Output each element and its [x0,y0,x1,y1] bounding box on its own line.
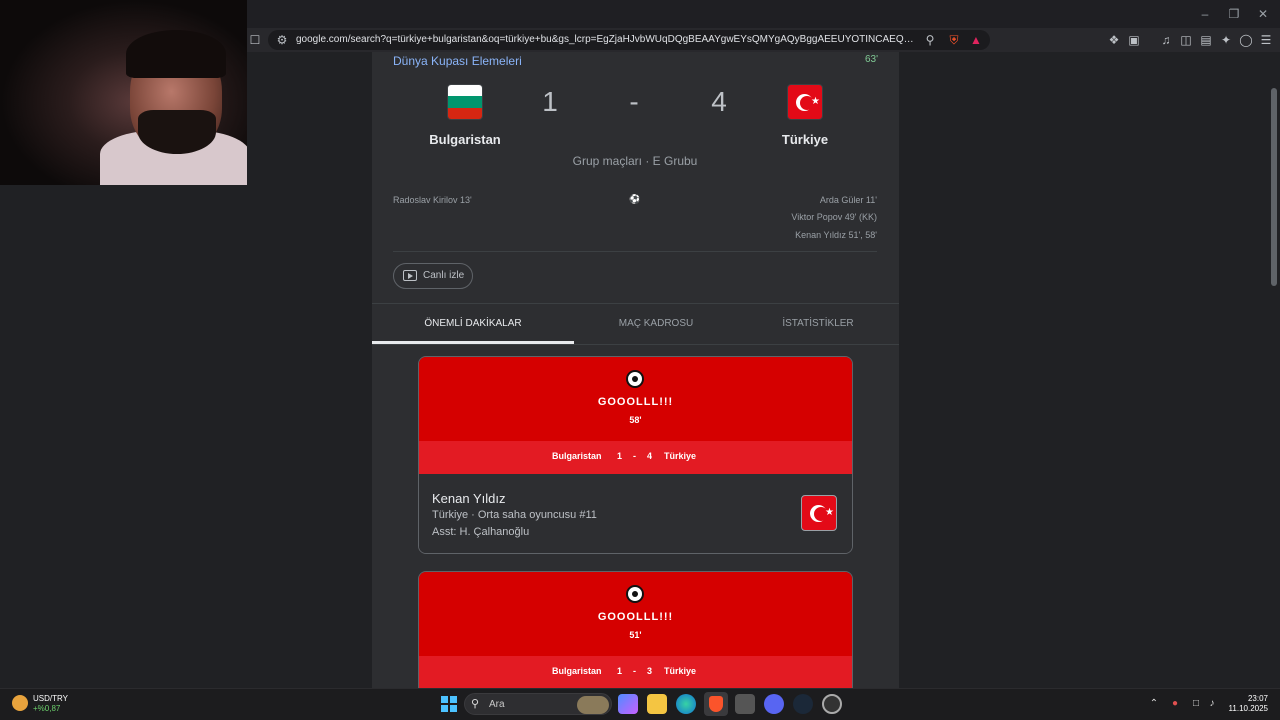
windows-start-icon[interactable] [439,694,459,714]
ticker-value[interactable]: +%0,87 [33,704,60,713]
tab-lineups[interactable]: MAÇ KADROSU [571,318,741,329]
goal-event-card[interactable]: GOOOLLL!!! 51' Bulgaristan 1 - 3 Türkiye [418,571,853,688]
scrollbar-thumb[interactable] [1271,88,1277,286]
tv-play-icon [403,270,417,281]
screenshot-icon[interactable]: ▣ [1126,32,1142,48]
band-away-score: 4 [647,451,653,461]
vpn-icon[interactable]: ◯ [1238,32,1254,48]
band-away-team: Türkiye [664,451,697,461]
bookmark-icon[interactable]: ☐ [247,32,263,48]
media-icon[interactable]: ♫ [1158,32,1174,48]
away-scorer: Viktor Popov 49' (KK) [791,212,877,222]
discord-icon[interactable] [764,694,784,714]
url-text[interactable]: google.com/search?q=türkiye+bulgaristan&… [296,33,914,47]
goal-details: Kenan Yıldız Türkiye · Orta saha oyuncus… [419,474,852,553]
extensions-icon[interactable]: ❖ [1106,32,1122,48]
goal-banner: GOOOLLL!!! 51' [419,572,852,656]
band-home-team: Bulgaristan [552,451,602,461]
search-highlight-icon[interactable] [577,696,609,714]
scorer-name: Kenan Yıldız [432,491,506,506]
ticker-name[interactable]: USD/TRY [33,694,68,703]
goal-minute: 51' [629,630,642,640]
football-icon [626,585,644,603]
rewards-icon[interactable]: ▲ [968,32,984,48]
wallet-icon[interactable]: ▤ [1198,32,1214,48]
goal-score-band: Bulgaristan 1 - 4 Türkiye [419,441,852,474]
tab-key-moments[interactable]: ÖNEMLİ DAKİKALAR [388,318,558,329]
search-icon: ⚲ [471,698,480,710]
band-home-team: Bulgaristan [552,666,602,676]
divider [372,344,899,345]
away-scorer: Arda Güler 11' [819,195,877,205]
home-team-name[interactable]: Bulgaristan [405,132,525,147]
brave-browser-icon[interactable] [704,692,728,716]
goal-title: GOOOLLL!!! [597,396,674,408]
stock-ticker-icon[interactable] [12,695,28,711]
match-group: Grup maçları · E Grubu [572,154,698,168]
taskbar [0,688,1280,720]
live-watch-button[interactable]: Canlı izle [393,263,473,289]
home-scorer: Radoslav Kirilov 13' [393,195,472,205]
clock-time[interactable]: 23:07 [1224,694,1268,703]
volume-icon[interactable]: ♪ [1206,698,1218,709]
file-explorer-icon[interactable] [647,694,667,714]
sidebar-icon[interactable]: ◫ [1178,32,1194,48]
restore-icon[interactable]: ❐ [1219,4,1249,24]
football-icon [626,370,644,388]
webcam-overlay [0,0,247,185]
zoom-icon[interactable]: ⚲ [922,32,938,48]
app-icon[interactable] [822,694,842,714]
clock-date[interactable]: 11.10.2025 [1224,704,1268,713]
search-placeholder: Ara [489,699,505,710]
brave-shield-icon[interactable]: ⛨ [946,32,962,48]
minimize-icon[interactable]: – [1190,4,1220,24]
band-separator: - [633,451,636,461]
bulgaria-flag-icon[interactable] [447,84,483,120]
copilot-icon[interactable] [618,694,638,714]
close-icon[interactable]: ✕ [1248,4,1278,24]
scorer-assist: Asst: H. Çalhanoğlu [432,526,530,538]
edge-browser-icon[interactable] [676,694,696,714]
goal-banner: GOOOLLL!!! 58' [419,357,852,441]
store-icon[interactable] [735,694,755,714]
live-watch-label: Canlı izle [423,270,465,281]
away-team-name[interactable]: Türkiye [745,132,865,147]
home-score: 1 [542,86,558,117]
band-home-score: 1 [617,666,623,676]
band-away-team: Türkiye [664,666,697,676]
band-away-score: 3 [647,666,653,676]
microphone-icon[interactable]: ● [1169,698,1181,709]
goal-minute: 58' [629,415,642,425]
scorer-info: Türkiye · Orta saha oyuncusu #11 [432,509,597,521]
divider [393,251,877,252]
menu-icon[interactable]: ☰ [1258,32,1274,48]
match-minute: 63' [864,54,878,65]
tab-stats[interactable]: İSTATİSTİKLER [733,318,903,329]
football-icon: ⚽ [629,194,641,204]
turkey-flag-icon: ★ [801,495,837,531]
band-home-score: 1 [617,451,623,461]
divider [372,303,899,304]
goal-event-card[interactable]: GOOOLLL!!! 58' Bulgaristan 1 - 4 Türkiye… [418,356,853,554]
network-icon[interactable]: □ [1190,698,1202,709]
steam-icon[interactable] [793,694,813,714]
leo-ai-icon[interactable]: ✦ [1218,32,1234,48]
score-separator: - [629,86,639,117]
site-info-icon[interactable]: ⚙ [274,32,290,48]
away-scorer: Kenan Yıldız 51', 58' [795,230,877,240]
competition-link[interactable]: Dünya Kupası Elemeleri [393,54,522,68]
goal-title: GOOOLLL!!! [597,611,674,623]
band-separator: - [633,666,636,676]
away-score: 4 [711,86,727,117]
turkey-flag-icon[interactable]: ★ [787,84,823,120]
goal-score-band: Bulgaristan 1 - 3 Türkiye [419,656,852,688]
chevron-up-icon[interactable]: ⌃ [1148,698,1160,709]
